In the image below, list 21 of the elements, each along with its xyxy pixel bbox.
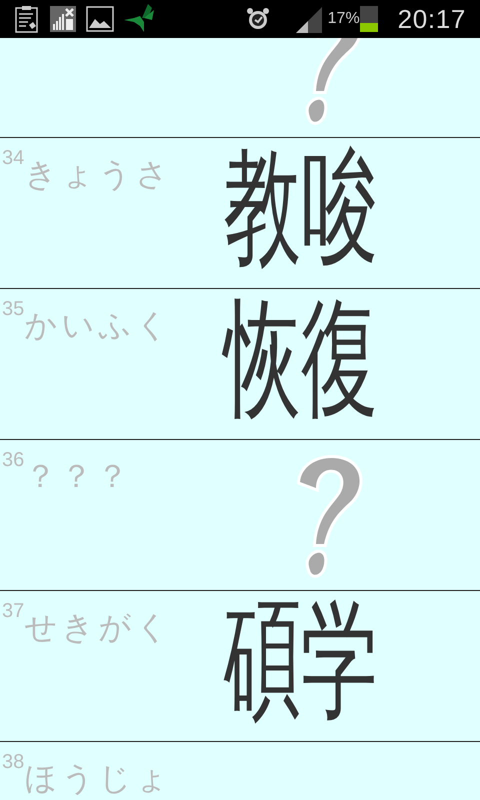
card-number: 35	[2, 299, 24, 319]
reading-text: せきがく	[24, 611, 172, 643]
battery-icon	[360, 6, 378, 32]
signal-bars-icon	[50, 6, 76, 32]
reading-text: ？？？	[24, 460, 132, 492]
clock-time: 20:17	[398, 2, 466, 36]
card-number: 37	[2, 601, 24, 621]
card-number: 38	[2, 752, 24, 772]
kanji-text: 碩学	[224, 597, 378, 734]
kanji-text: 恢復	[224, 295, 378, 432]
kanji-text: 教唆	[224, 144, 378, 281]
alarm-clock-icon	[246, 6, 270, 32]
card-number: 34	[2, 148, 24, 168]
reading-text: ほうじょ	[24, 762, 172, 794]
reading-text: かいふく	[24, 309, 172, 341]
clipboard-icon	[14, 5, 40, 33]
battery-percentage: 17%	[328, 9, 360, 29]
reading-text: きょうさ	[24, 158, 172, 190]
image-icon	[86, 6, 114, 32]
card-number: 36	[2, 450, 24, 470]
signal-strength-icon	[294, 5, 324, 33]
